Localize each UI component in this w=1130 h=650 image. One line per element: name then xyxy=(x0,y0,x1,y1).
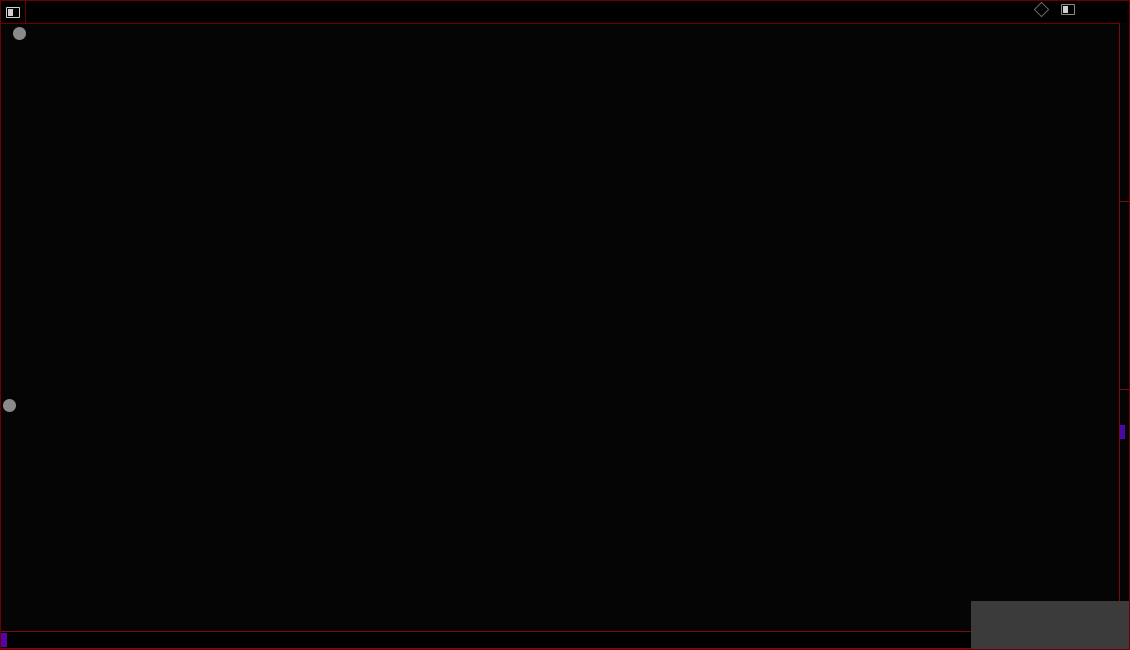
strip-purple-marker xyxy=(1120,425,1125,439)
indicator-header xyxy=(1,396,1071,415)
selected-date-badge xyxy=(1,633,7,647)
strip-divider xyxy=(1120,201,1129,202)
trading-app-window xyxy=(0,0,1130,650)
strip-divider xyxy=(1120,389,1129,390)
chart-canvas xyxy=(1,1,1130,650)
right-sidebar-strip[interactable] xyxy=(1119,23,1129,649)
time-axis xyxy=(1,631,1129,649)
indicator-chevron-icon[interactable] xyxy=(3,399,16,412)
site-watermark xyxy=(971,601,1129,649)
